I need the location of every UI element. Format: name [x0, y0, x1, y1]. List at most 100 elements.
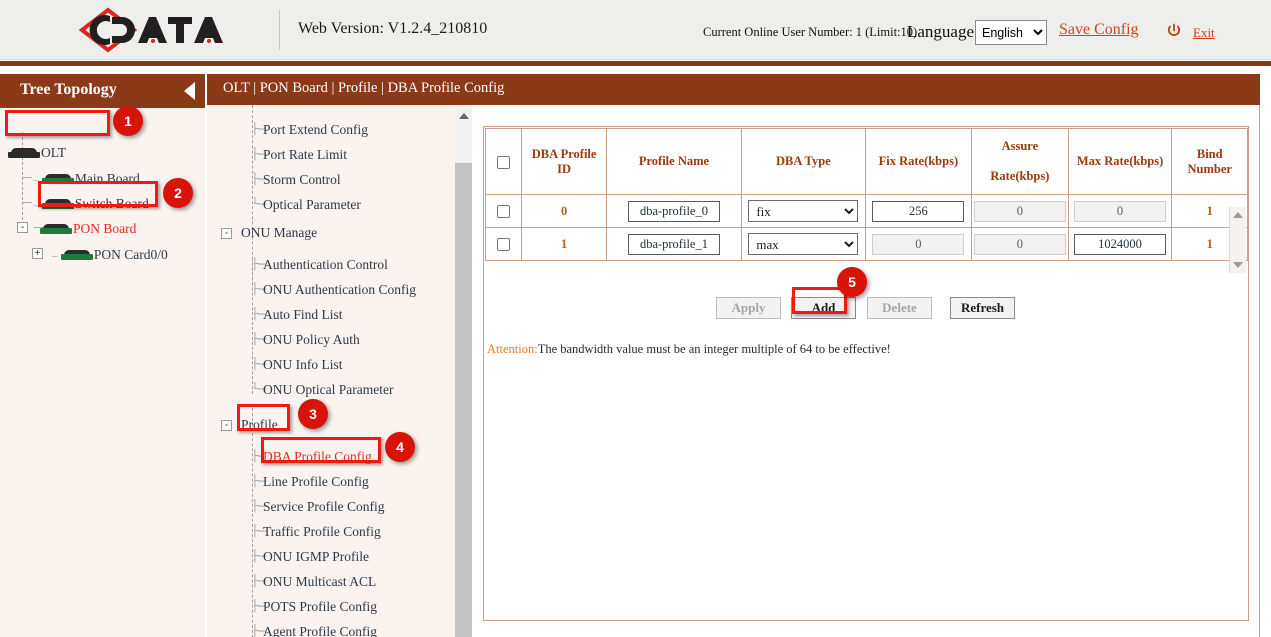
menu-scrollbar-thumb[interactable] — [455, 163, 472, 637]
language-select[interactable]: English — [975, 20, 1047, 45]
dba-profile-table: DBA Profile ID Profile Name DBA Type Fix… — [485, 128, 1248, 261]
collapse-left-arrow-icon[interactable] — [184, 82, 195, 100]
action-button-row: Apply Add Delete Refresh — [484, 297, 1250, 327]
main-content-area: Foro ISP DBA Profile ID Profile Name DBA… — [472, 105, 1260, 637]
menu-item-agent-profile-config[interactable]: Agent Profile Config — [263, 624, 377, 637]
menu-item-pots-profile-config[interactable]: POTS Profile Config — [263, 599, 377, 615]
menu-item-label: Profile — [241, 417, 278, 432]
menu-item-label: Agent Profile Config — [263, 624, 377, 637]
menu-item-onu-info-list[interactable]: ONU Info List — [263, 357, 343, 373]
power-icon[interactable] — [1166, 23, 1182, 39]
tree-node-pon-card-0-0[interactable]: – PON Card0/0 — [52, 247, 168, 263]
menu-item-optical-parameter[interactable]: Optical Parameter — [263, 197, 361, 213]
menu-item-label: Optical Parameter — [263, 197, 361, 212]
table-scroll-down-arrow-icon[interactable] — [1233, 262, 1243, 268]
menu-item-port-rate-limit[interactable]: Port Rate Limit — [263, 147, 347, 163]
profile-name-input[interactable] — [628, 201, 720, 222]
fix-rate-input[interactable] — [872, 201, 964, 222]
tree-topology-header: Tree Topology — [0, 74, 205, 108]
tree-node-pon-board[interactable]: PON Board — [40, 221, 136, 237]
cell-max-rate — [1068, 228, 1172, 261]
menu-item-port-extend-config[interactable]: Port Extend Config — [263, 122, 368, 138]
assure-rate-input — [974, 201, 1066, 222]
device-board-icon — [40, 224, 72, 235]
tree-node-label: PON Card0/0 — [94, 247, 168, 262]
cell-dba-type: fix — [742, 195, 866, 228]
row-checkbox[interactable] — [497, 238, 510, 251]
row-checkbox[interactable] — [497, 205, 510, 218]
menu-item-onu-igmp-profile[interactable]: ONU IGMP Profile — [263, 549, 369, 565]
menu-item-label: POTS Profile Config — [263, 599, 377, 614]
menu-item-authentication-control[interactable]: Authentication Control — [263, 257, 388, 273]
cell-profile-id: 1 — [522, 228, 607, 261]
menu-item-label: Storm Control — [263, 172, 341, 187]
menu-item-label: Traffic Profile Config — [263, 524, 381, 539]
tree-node-main-board[interactable]: – Main Board — [33, 171, 140, 187]
dba-profile-panel: DBA Profile ID Profile Name DBA Type Fix… — [483, 126, 1249, 621]
cell-assure-rate — [972, 195, 1069, 228]
table-header-row: DBA Profile ID Profile Name DBA Type Fix… — [486, 129, 1248, 195]
menu-item-traffic-profile-config[interactable]: Traffic Profile Config — [263, 524, 381, 540]
menu-item-label: ONU Policy Auth — [263, 332, 360, 347]
menu-expander-profile[interactable]: - — [221, 420, 232, 431]
web-version-text: Web Version: V1.2.4_210810 — [298, 20, 487, 38]
add-button[interactable]: Add — [791, 297, 856, 319]
tree-node-label: Switch Board — [75, 196, 149, 211]
menu-item-label: Authentication Control — [263, 257, 388, 272]
cell-assure-rate — [972, 228, 1069, 261]
menu-item-line-profile-config[interactable]: Line Profile Config — [263, 474, 369, 490]
tree-node-olt[interactable]: OLT — [8, 145, 66, 161]
save-config-link[interactable]: Save Config — [1059, 21, 1139, 39]
menu-item-onu-authentication-config[interactable]: ONU Authentication Config — [263, 282, 416, 298]
menu-item-service-profile-config[interactable]: Service Profile Config — [263, 499, 384, 515]
tree-node-switch-board[interactable]: – Switch Board — [33, 196, 149, 212]
select-all-checkbox[interactable] — [497, 156, 510, 169]
cell-max-rate — [1068, 195, 1172, 228]
menu-item-auto-find-list[interactable]: Auto Find List — [263, 307, 343, 323]
header-accent-rule — [0, 61, 1271, 66]
app-root: Web Version: V1.2.4_210810 Current Onlin… — [0, 0, 1271, 637]
profile-name-input[interactable] — [628, 234, 720, 255]
breadcrumb: OLT | PON Board | Profile | DBA Profile … — [223, 80, 504, 97]
select-all-header — [486, 129, 522, 195]
tree-expander-pon-board[interactable]: - — [17, 222, 28, 233]
table-scroll-up-arrow-icon[interactable] — [1233, 212, 1243, 218]
menu-item-label: Line Profile Config — [263, 474, 369, 489]
exit-link[interactable]: Exit — [1193, 25, 1215, 41]
header-divider — [279, 10, 280, 50]
menu-item-onu-optical-parameter[interactable]: ONU Optical Parameter — [263, 382, 393, 398]
menu-expander-onu-manage[interactable]: - — [221, 228, 232, 239]
delete-button[interactable]: Delete — [867, 297, 932, 319]
cell-profile-name — [606, 228, 741, 261]
scroll-up-arrow-icon[interactable] — [459, 113, 469, 119]
tree-expander-pon-card[interactable]: + — [32, 248, 43, 259]
menu-item-label: ONU Manage — [241, 225, 317, 240]
device-plain-icon — [8, 148, 40, 159]
cell-fix-rate — [865, 228, 971, 261]
tree-topology-title: Tree Topology — [20, 81, 117, 99]
apply-button[interactable]: Apply — [716, 297, 781, 319]
menu-item-onu-policy-auth[interactable]: ONU Policy Auth — [263, 332, 360, 348]
col-dba-profile-id: DBA Profile ID — [522, 129, 607, 195]
tree-node-label: Main Board — [75, 171, 140, 186]
refresh-button[interactable]: Refresh — [950, 297, 1015, 319]
menu-item-profile[interactable]: Profile — [241, 417, 278, 433]
col-bind-number: Bind Number — [1172, 129, 1248, 195]
assure-rate-input — [974, 234, 1066, 255]
menu-item-label: Service Profile Config — [263, 499, 384, 514]
menu-item-dba-profile-config[interactable]: DBA Profile Config — [263, 449, 372, 465]
row-select-cell — [486, 195, 522, 228]
menu-item-label: Auto Find List — [263, 307, 343, 322]
menu-item-storm-control[interactable]: Storm Control — [263, 172, 341, 188]
breadcrumb-bar: OLT | PON Board | Profile | DBA Profile … — [207, 74, 1260, 105]
menu-item-label: ONU Authentication Config — [263, 282, 416, 297]
max-rate-input[interactable] — [1074, 234, 1166, 255]
col-fix-rate: Fix Rate(kbps) — [865, 129, 971, 195]
dba-type-select[interactable]: max — [748, 233, 858, 255]
attention-label: Attention: — [487, 342, 538, 356]
dba-type-select[interactable]: fix — [748, 200, 858, 222]
col-max-rate: Max Rate(kbps) — [1068, 129, 1172, 195]
menu-item-onu-manage[interactable]: ONU Manage — [241, 225, 317, 241]
menu-item-label: ONU Optical Parameter — [263, 382, 393, 397]
menu-item-onu-multicast-acl[interactable]: ONU Multicast ACL — [263, 574, 376, 590]
